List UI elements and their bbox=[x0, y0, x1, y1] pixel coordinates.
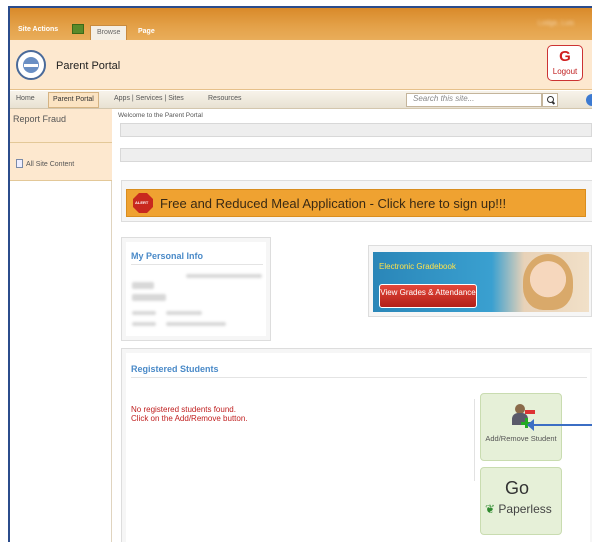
alert-banner-text: Free and Reduced Meal Application - Clic… bbox=[160, 196, 507, 211]
view-grades-button[interactable]: View Grades & Attendance bbox=[379, 284, 477, 308]
redacted-text bbox=[132, 322, 156, 326]
sidebar-item-label: All Site Content bbox=[26, 161, 75, 168]
paperless-label: ❦ Paperless bbox=[485, 502, 552, 516]
no-students-message: No registered students found. Click on t… bbox=[131, 405, 248, 423]
add-remove-student-button[interactable]: Add/Remove Student bbox=[480, 393, 562, 461]
search-input[interactable]: Search this site... bbox=[406, 93, 542, 107]
tab-browse[interactable]: Browse bbox=[90, 25, 128, 40]
alert-stop-icon bbox=[133, 193, 153, 213]
go-label: Go bbox=[505, 478, 530, 498]
redacted-text bbox=[166, 311, 202, 315]
leaf-icon: ❦ bbox=[485, 502, 496, 516]
sidebar-item-all-site-content[interactable]: All Site Content bbox=[10, 143, 112, 181]
redacted-text bbox=[186, 274, 262, 278]
site-actions-menu[interactable]: Site Actions bbox=[18, 26, 58, 33]
personal-info-title: My Personal Info bbox=[131, 251, 204, 261]
nav-item-apps-services-sites[interactable]: Apps | Services | Sites bbox=[114, 95, 184, 102]
web-part-bar bbox=[120, 123, 592, 137]
document-icon bbox=[16, 159, 23, 168]
gradebook-card: Electronic Gradebook View Grades & Atten… bbox=[368, 245, 592, 317]
redacted-text bbox=[132, 294, 166, 301]
nav-item-home[interactable]: Home bbox=[16, 95, 35, 102]
ribbon: Site Actions Browse Page Lodge, Luis bbox=[10, 8, 592, 40]
logout-label: Logout bbox=[552, 67, 578, 76]
student-photo bbox=[523, 254, 573, 310]
meal-application-banner[interactable]: Free and Reduced Meal Application - Clic… bbox=[126, 189, 586, 217]
pointer-arrow-icon bbox=[527, 419, 592, 431]
sidebar-item-report-fraud[interactable]: Report Fraud bbox=[10, 109, 112, 143]
gradebook-title: Electronic Gradebook bbox=[379, 262, 456, 271]
help-icon[interactable] bbox=[586, 94, 592, 106]
user-menu[interactable]: Lodge, Luis bbox=[538, 20, 574, 27]
go-paperless-button[interactable]: Go ❦ Paperless bbox=[480, 467, 562, 535]
left-navigation: Report Fraud All Site Content bbox=[10, 109, 112, 542]
nav-item-parent-portal[interactable]: Parent Portal bbox=[48, 92, 99, 108]
redacted-text bbox=[132, 311, 156, 315]
browser-frame: Site Actions Browse Page Lodge, Luis Par… bbox=[8, 6, 592, 542]
district-logo-icon[interactable] bbox=[16, 50, 46, 80]
search-icon[interactable] bbox=[542, 93, 558, 107]
tab-page[interactable]: Page bbox=[132, 25, 161, 40]
gradebook-banner[interactable]: Electronic Gradebook View Grades & Atten… bbox=[373, 252, 589, 312]
welcome-text: Welcome to the Parent Portal bbox=[118, 112, 203, 119]
sidebar-item-label: Report Fraud bbox=[13, 114, 67, 124]
top-navigation: Home Parent Portal Apps | Services | Sit… bbox=[10, 91, 592, 109]
redacted-text bbox=[166, 322, 226, 326]
redacted-text bbox=[132, 282, 154, 289]
nav-item-resources[interactable]: Resources bbox=[208, 95, 241, 102]
navigate-up-icon[interactable] bbox=[72, 24, 84, 34]
registered-students-title: Registered Students bbox=[131, 364, 219, 374]
personal-info-card: My Personal Info bbox=[121, 237, 271, 341]
web-part-bar bbox=[120, 148, 592, 162]
logout-icon: G bbox=[559, 48, 571, 65]
logout-button[interactable]: G Logout bbox=[547, 45, 583, 81]
site-title[interactable]: Parent Portal bbox=[56, 60, 120, 72]
alert-web-part: Free and Reduced Meal Application - Clic… bbox=[121, 180, 592, 222]
add-remove-student-label: Add/Remove Student bbox=[485, 434, 557, 443]
site-header: Parent Portal G Logout bbox=[10, 40, 592, 90]
